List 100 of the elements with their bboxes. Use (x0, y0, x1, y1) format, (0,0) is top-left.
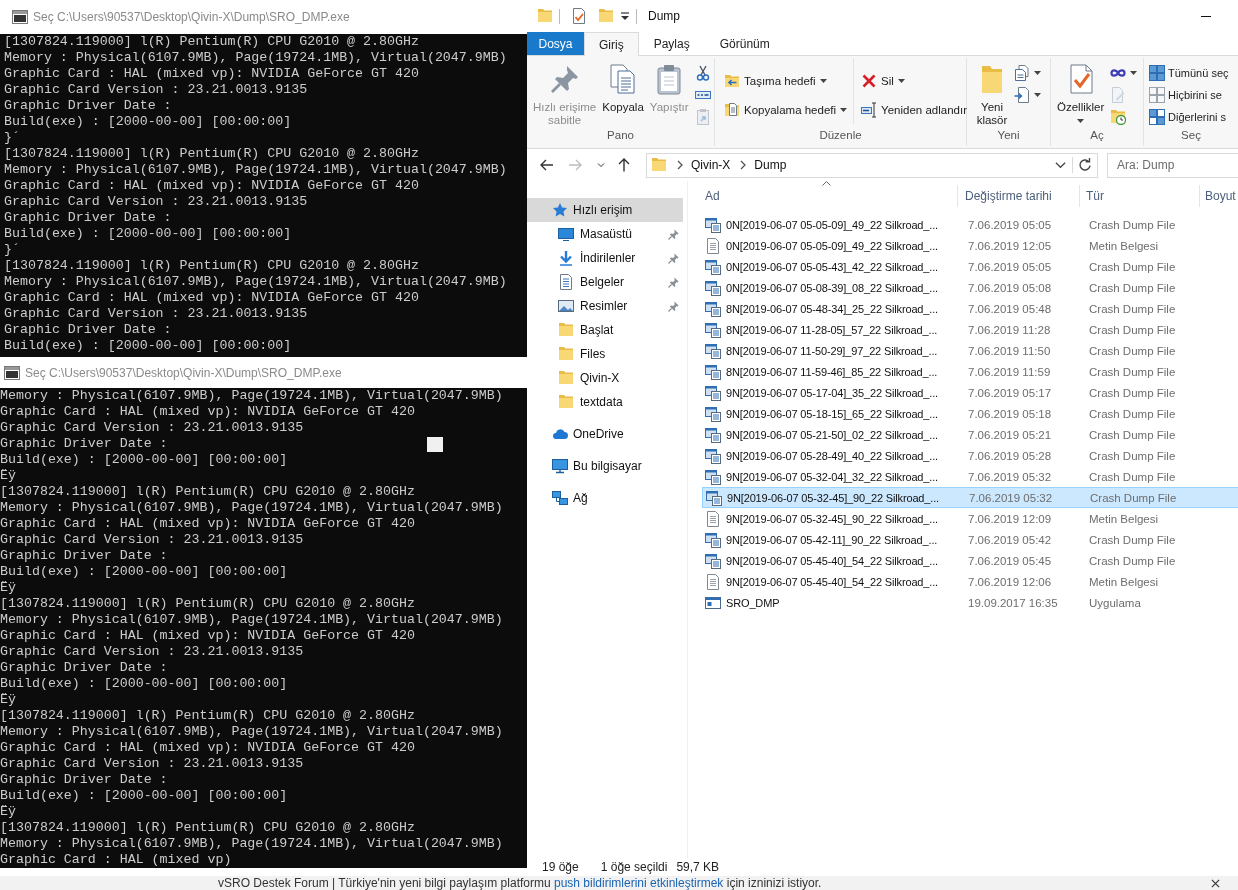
console-line: Build(exe) : [2000-00-00] [00:00:00] (0, 564, 289, 580)
chevron-down-icon[interactable] (1055, 161, 1066, 169)
nav-item[interactable]: Bu bilgisayar (527, 454, 683, 478)
nav-item[interactable]: Ağ (527, 486, 683, 510)
console-line: [1307824.119000] l(R) Pentium(R) CPU G2010 @ 2.80GHz (0, 596, 416, 612)
file-date: 7.06.2019 05:48 (967, 302, 1053, 315)
file-date: 19.09.2017 16:35 (967, 596, 1059, 609)
file-row[interactable]: 9N[2019-06-07 05-32-45]_90_22 Silkroad_... 7.06.2019 12:09 Metin Belgesi (702, 508, 1238, 529)
ribbon-button[interactable]: Kopyala (599, 58, 647, 114)
ribbon-tab[interactable]: Giriş (584, 32, 639, 56)
nav-item[interactable]: İndirilenler (527, 246, 687, 270)
nav-item[interactable]: Başlat (527, 318, 687, 342)
nav-item[interactable]: Qivin-X (527, 366, 687, 390)
column-header[interactable]: Boyut (1200, 185, 1238, 207)
minimize-icon (1201, 15, 1211, 17)
ribbon-button[interactable]: Tümünü seç (1148, 62, 1230, 84)
nav-item[interactable]: Files (527, 342, 687, 366)
pin-icon[interactable] (668, 228, 679, 240)
nav-item[interactable]: Hızlı erişim (527, 198, 683, 222)
file-type: Crash Dump File (1088, 533, 1177, 546)
ribbon-button[interactable]: Yeni klasör (973, 58, 1011, 127)
file-type: Crash Dump File (1088, 260, 1177, 273)
folder-clock-icon (1110, 109, 1127, 125)
document-icon (705, 237, 721, 254)
console-line: Graphic Card Version : 23.21.0013.9135 (0, 756, 305, 772)
file-row[interactable]: 0N[2019-06-07 05-05-09]_49_22 Silkroad_... 7.06.2019 12:05 Metin Belgesi (702, 235, 1238, 256)
file-type: Crash Dump File (1089, 491, 1178, 504)
file-row[interactable]: 9N[2019-06-07 05-45-40]_54_22 Silkroad_... 7.06.2019 05:45 Crash Dump File (702, 550, 1238, 571)
window-page-icon (705, 363, 721, 380)
pin-icon[interactable] (668, 252, 679, 264)
pin-icon[interactable] (668, 276, 679, 288)
file-row[interactable]: 8N[2019-06-07 11-59-46]_85_22 Silkroad_... 7.06.2019 11:59 Crash Dump File (702, 361, 1238, 382)
console-line: Memory : Physical(6107.9MB), Page(19724.1MB), Virtual(2047.9MB) (0, 500, 504, 516)
file-row[interactable]: 0N[2019-06-07 05-08-39]_08_22 Silkroad_... 7.06.2019 05:08 Crash Dump File (702, 277, 1238, 298)
window-page-icon (705, 426, 721, 443)
ribbon-button[interactable]: Taşıma hedefi (721, 66, 851, 95)
notification-link[interactable]: push bildirimlerini etkinleştirmek (554, 876, 724, 890)
column-header[interactable]: Değiştirme tarihi (958, 185, 1080, 207)
file-row[interactable]: 8N[2019-06-07 11-28-05]_57_22 Silkroad_... 7.06.2019 11:28 Crash Dump File (702, 319, 1238, 340)
ribbon-button[interactable]: Diğerlerini s (1148, 106, 1230, 128)
file-row[interactable]: 9N[2019-06-07 05-18-15]_65_22 Silkroad_... 7.06.2019 05:18 Crash Dump File (702, 403, 1238, 424)
file-date: 7.06.2019 05:21 (967, 428, 1053, 441)
chevron-right-icon[interactable] (740, 160, 747, 170)
file-row[interactable]: 9N[2019-06-07 05-45-40]_54_22 Silkroad_... 7.06.2019 12:06 Metin Belgesi (702, 571, 1238, 592)
up-arrow-icon[interactable] (616, 157, 632, 173)
page-pencil-icon (1110, 87, 1127, 103)
file-name: 9N[2019-06-07 05-42-11]_90_22 Silkroad_... (726, 533, 938, 546)
page-check-icon[interactable] (571, 8, 587, 24)
ribbon-button[interactable]: Özellikler (1054, 58, 1108, 123)
ribbon-button[interactable]: Sil (858, 66, 970, 95)
text-cursor-icon (861, 101, 878, 118)
download-icon (558, 250, 574, 266)
ribbon-tab[interactable]: Dosya (527, 32, 584, 55)
console-line: Ëÿ (0, 468, 17, 484)
column-header[interactable]: Ad (688, 185, 958, 207)
file-row[interactable]: 0N[2019-06-07 05-05-43]_42_22 Silkroad_... 7.06.2019 05:05 Crash Dump File (702, 256, 1238, 277)
file-type: Crash Dump File (1088, 449, 1177, 462)
nav-item[interactable]: Masaüstü (527, 222, 687, 246)
window-icon (4, 366, 20, 380)
console-line: Graphic Card Version : 23.21.0013.9135 (4, 82, 309, 98)
picture-icon (558, 298, 574, 314)
dropdown-icon[interactable] (620, 11, 630, 21)
ribbon-button[interactable]: Kopyalama hedefi (721, 95, 851, 124)
file-row[interactable]: 9N[2019-06-07 05-21-50]_02_22 Silkroad_... 7.06.2019 05:21 Crash Dump File (702, 424, 1238, 445)
address-field[interactable]: Qivin-X Dump (646, 152, 1098, 178)
folder-icon (651, 157, 667, 173)
console-line: Graphic Driver Date : (0, 548, 169, 564)
file-type: Metin Belgesi (1088, 575, 1160, 588)
ribbon-button[interactable]: Hiçbirini se (1148, 84, 1230, 106)
close-icon[interactable] (1211, 878, 1220, 888)
file-row[interactable]: 9N[2019-06-07 05-28-49]_40_22 Silkroad_... 7.06.2019 05:28 Crash Dump File (702, 445, 1238, 466)
file-row[interactable]: 9N[2019-06-07 05-42-11]_90_22 Silkroad_... 7.06.2019 05:42 Crash Dump File (702, 529, 1238, 550)
ribbon-button[interactable]: Yeniden adlandır (858, 95, 970, 124)
pin-icon[interactable] (668, 300, 679, 312)
nav-item[interactable]: Resimler (527, 294, 687, 318)
file-row[interactable]: 9N[2019-06-07 05-32-45]_90_22 Silkroad_... 7.06.2019 05:32 Crash Dump File (702, 487, 1238, 508)
file-row[interactable]: 0N[2019-06-07 05-05-09]_49_22 Silkroad_... 7.06.2019 05:05 Crash Dump File (702, 214, 1238, 235)
search-field[interactable]: Ara: Dump (1107, 152, 1238, 178)
nav-item[interactable]: Belgeler (527, 270, 687, 294)
window-page-icon (705, 552, 721, 569)
breadcrumb[interactable]: Qivin-X (691, 158, 731, 172)
back-arrow-icon[interactable] (539, 157, 555, 173)
column-header[interactable]: Tür (1080, 185, 1200, 207)
file-row[interactable]: 8N[2019-06-07 05-48-34]_25_22 Silkroad_... 7.06.2019 05:48 Crash Dump File (702, 298, 1238, 319)
console-line: Graphic Card Version : 23.21.0013.9135 (4, 306, 309, 322)
file-row[interactable]: 8N[2019-06-07 11-50-29]_97_22 Silkroad_... 7.06.2019 11:50 Crash Dump File (702, 340, 1238, 361)
console-line: Graphic Driver Date : (0, 772, 169, 788)
nav-item[interactable]: OneDrive (527, 422, 683, 446)
file-row[interactable]: 9N[2019-06-07 05-17-04]_35_22 Silkroad_... 7.06.2019 05:17 Crash Dump File (702, 382, 1238, 403)
file-name: 9N[2019-06-07 05-32-04]_32_22 Silkroad_... (726, 470, 939, 483)
file-name: 8N[2019-06-07 05-48-34]_25_22 Silkroad_... (726, 302, 939, 315)
chevron-right-icon[interactable] (677, 160, 683, 170)
refresh-icon[interactable] (1072, 157, 1093, 173)
file-type: Crash Dump File (1088, 428, 1177, 441)
breadcrumb[interactable]: Dump (754, 158, 787, 172)
file-row[interactable]: 9N[2019-06-07 05-32-04]_32_22 Silkroad_... 7.06.2019 05:32 Crash Dump File (702, 466, 1238, 487)
window-page-icon (705, 342, 721, 359)
console-line: Graphic Card Version : 23.21.0013.9135 (0, 420, 305, 436)
nav-item[interactable]: textdata (527, 390, 687, 414)
file-row[interactable]: SRO_DMP 19.09.2017 16:35 Uygulama (702, 592, 1238, 613)
